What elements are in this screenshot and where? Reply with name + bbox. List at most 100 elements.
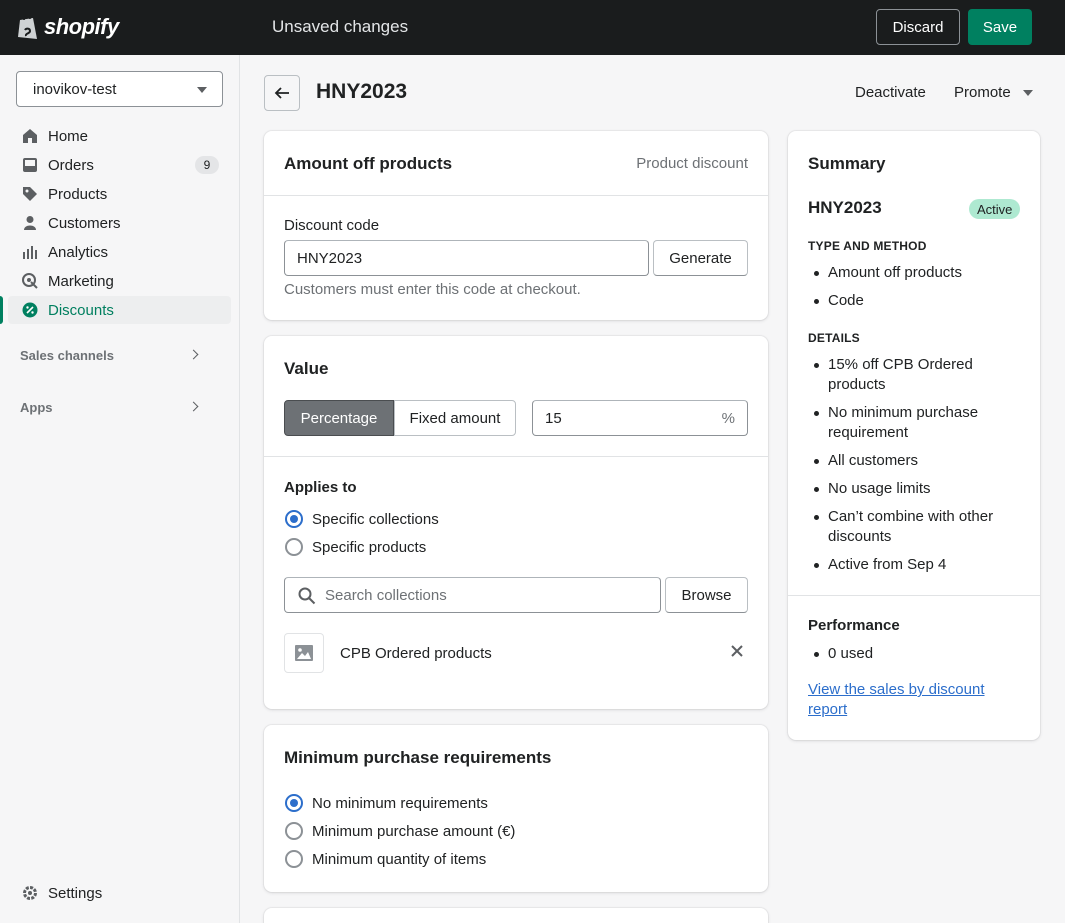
- image-placeholder-icon: [295, 645, 313, 661]
- specific-collections-radio[interactable]: [285, 510, 303, 528]
- collection-thumbnail: [284, 633, 324, 673]
- sidebar-item-label: Orders: [48, 156, 94, 174]
- search-icon: [298, 587, 316, 605]
- list-item: 0 used: [808, 644, 1028, 664]
- caret-down-icon: [1022, 90, 1033, 97]
- specific-collections-label[interactable]: Specific collections: [312, 511, 439, 528]
- card-title: Minimum purchase requirements: [284, 748, 552, 767]
- list-item: All customers: [808, 451, 1008, 471]
- next-card: [264, 908, 768, 923]
- save-button[interactable]: Save: [968, 9, 1032, 45]
- type-and-method-list: Amount off products Code: [808, 263, 1028, 319]
- sidebar-item-label: Home: [48, 127, 89, 145]
- remove-collection-button[interactable]: [730, 644, 746, 660]
- target-icon: [22, 273, 38, 289]
- arrow-left-icon: [274, 87, 289, 99]
- divider: [264, 195, 768, 196]
- fixed-amount-toggle[interactable]: Fixed amount: [394, 400, 516, 436]
- close-icon: [731, 645, 743, 657]
- divider: [264, 456, 768, 457]
- discount-code-help-text: Customers must enter this code at checko…: [284, 281, 581, 298]
- caret-down-icon: [197, 87, 207, 93]
- summary-code: HNY2023: [808, 198, 882, 217]
- sidebar-item-label: Settings: [48, 884, 103, 902]
- sales-channels-section[interactable]: Sales channels: [20, 348, 220, 363]
- apps-section[interactable]: Apps: [20, 400, 220, 415]
- tag-icon: [23, 187, 37, 201]
- discount-code-label: Discount code: [284, 217, 380, 234]
- no-minimum-radio[interactable]: [285, 794, 303, 812]
- sidebar-item-label: Products: [48, 185, 108, 203]
- sales-report-link[interactable]: View the sales by discount report: [808, 680, 1008, 720]
- minimum-quantity-label[interactable]: Minimum quantity of items: [312, 851, 486, 868]
- home-icon: [23, 129, 37, 143]
- orders-icon: [23, 158, 37, 172]
- search-placeholder: Search collections: [325, 586, 447, 604]
- sidebar-item-orders[interactable]: Orders 9: [8, 151, 231, 179]
- specific-products-radio[interactable]: [285, 538, 303, 556]
- discard-button[interactable]: Discard: [876, 9, 960, 45]
- percentage-toggle[interactable]: Percentage: [284, 400, 394, 436]
- sidebar-item-label: Marketing: [48, 272, 114, 290]
- orders-count-badge: 9: [195, 156, 219, 174]
- discount-value-input[interactable]: 15 %: [532, 400, 748, 436]
- sidebar-item-label: Analytics: [48, 243, 109, 261]
- minimum-amount-label[interactable]: Minimum purchase amount (€): [312, 823, 515, 840]
- list-item: Can’t combine with other discounts: [808, 507, 1008, 547]
- search-collections-input[interactable]: Search collections: [284, 577, 661, 613]
- discount-code-input[interactable]: HNY2023: [284, 240, 649, 276]
- sidebar-item-customers[interactable]: Customers: [8, 209, 231, 237]
- discount-code-card: Amount off products Product discount Dis…: [264, 131, 768, 320]
- shopify-logo[interactable]: shopify: [16, 13, 119, 41]
- specific-products-label[interactable]: Specific products: [312, 539, 426, 556]
- unsaved-changes-label: Unsaved changes: [272, 17, 409, 36]
- summary-title: Summary: [808, 154, 886, 173]
- list-item: No usage limits: [808, 479, 1008, 499]
- section-label: Apps: [20, 400, 53, 415]
- sidebar-item-products[interactable]: Products: [8, 180, 231, 208]
- sidebar-item-label: Customers: [48, 214, 121, 232]
- person-icon: [24, 216, 36, 230]
- details-list: 15% off CPB Ordered products No minimum …: [808, 355, 1008, 583]
- list-item: Active from Sep 4: [808, 555, 1008, 575]
- promote-button[interactable]: Promote: [954, 84, 1033, 101]
- sidebar-item-marketing[interactable]: Marketing: [8, 267, 231, 295]
- section-label: Sales channels: [20, 348, 114, 363]
- store-selector[interactable]: inovikov-test: [16, 71, 223, 107]
- generate-button[interactable]: Generate: [653, 240, 748, 276]
- value-card: Value Percentage Fixed amount 15 % Appli…: [264, 336, 768, 709]
- card-title: Value: [284, 359, 329, 378]
- shopify-bag-icon: [18, 14, 37, 39]
- minimum-requirements-card: Minimum purchase requirements No minimum…: [264, 725, 768, 892]
- page-title: HNY2023: [316, 80, 408, 103]
- no-minimum-label[interactable]: No minimum requirements: [312, 795, 488, 812]
- browse-button[interactable]: Browse: [665, 577, 748, 613]
- deactivate-button[interactable]: Deactivate: [855, 84, 926, 101]
- performance-list: 0 used: [808, 644, 1028, 672]
- list-item: Amount off products: [808, 263, 1028, 283]
- discount-type-label: Product discount: [636, 155, 748, 172]
- bar-chart-icon: [23, 246, 37, 259]
- details-heading: DETAILS: [808, 331, 860, 345]
- minimum-amount-radio[interactable]: [285, 822, 303, 840]
- chevron-right-icon: [188, 401, 199, 412]
- sidebar-item-settings[interactable]: Settings: [8, 879, 231, 907]
- logo-text: shopify: [44, 14, 119, 39]
- status-badge: Active: [969, 199, 1021, 219]
- divider: [788, 595, 1040, 596]
- card-title: Amount off products: [284, 154, 453, 173]
- sidebar-item-analytics[interactable]: Analytics: [8, 238, 231, 266]
- minimum-quantity-radio[interactable]: [285, 850, 303, 868]
- discount-icon: [22, 302, 38, 318]
- promote-label: Promote: [954, 84, 1011, 101]
- summary-card: Summary HNY2023 Active TYPE AND METHOD A…: [788, 131, 1040, 740]
- applies-to-label: Applies to: [284, 479, 357, 496]
- list-item: No minimum purchase requirement: [808, 403, 1008, 443]
- sidebar-item-home[interactable]: Home: [8, 122, 231, 150]
- selected-collection-name: CPB Ordered products: [340, 645, 492, 662]
- back-button[interactable]: [264, 75, 300, 111]
- sidebar-item-discounts[interactable]: Discounts: [0, 296, 231, 324]
- discount-value: 15: [545, 409, 562, 427]
- percent-suffix: %: [721, 410, 735, 427]
- list-item: 15% off CPB Ordered products: [808, 355, 1008, 395]
